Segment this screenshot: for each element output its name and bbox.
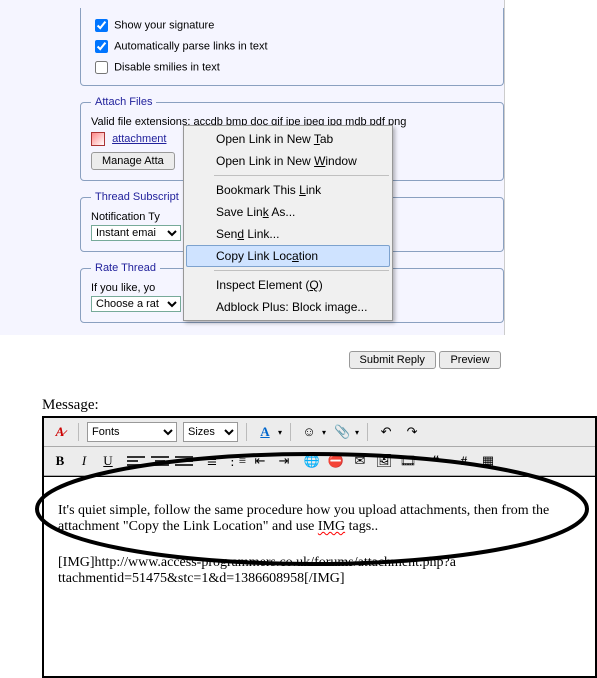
underline-icon[interactable]: U: [98, 451, 118, 471]
menu-copy-link-location[interactable]: Copy Link Location: [186, 245, 390, 267]
editor-text-wavy: IMG: [318, 519, 345, 534]
disable-smilies-label: Disable smilies in text: [114, 62, 220, 74]
remove-format-icon[interactable]: A̷: [50, 422, 70, 442]
menu-separator: [214, 270, 389, 271]
attach-icon[interactable]: 📎: [332, 422, 352, 442]
thread-subscription-legend: Thread Subscript: [91, 191, 183, 203]
menu-save-link-as[interactable]: Save Link As...: [186, 201, 390, 223]
editor-text-line1a: It's quiet simple, follow the same proce…: [58, 503, 549, 518]
toolbar-divider: [246, 423, 247, 441]
link-icon[interactable]: 🌐: [302, 451, 322, 471]
italic-icon[interactable]: I: [74, 451, 94, 471]
editor: A̷ Fonts Sizes A▾ ☺▾ 📎▾ ↶ ↷ B I U ≣ ⋮≡ ⇤…: [42, 416, 597, 678]
dropdown-arrow-icon[interactable]: ▾: [355, 428, 359, 437]
attachment-icon: [91, 132, 105, 146]
menu-separator: [214, 175, 389, 176]
indent-icon[interactable]: ⇥: [274, 451, 294, 471]
disable-smilies-checkbox[interactable]: [95, 61, 108, 74]
context-menu: Open Link in New Tab Open Link in New Wi…: [183, 125, 393, 321]
show-signature-label: Show your signature: [114, 20, 214, 32]
editor-text-line2: [IMG]http://www.access-programmers.co.uk…: [58, 555, 458, 587]
menu-inspect-element[interactable]: Inspect Element (Q): [186, 274, 390, 296]
outdent-icon[interactable]: ⇤: [250, 451, 270, 471]
dropdown-arrow-icon[interactable]: ▾: [322, 428, 326, 437]
rate-thread-select[interactable]: Choose a rat: [91, 296, 181, 312]
toolbar-divider: [290, 423, 291, 441]
video-icon[interactable]: 🎞: [398, 451, 418, 471]
menu-adblock-block-image[interactable]: Adblock Plus: Block image...: [186, 296, 390, 318]
menu-bookmark-link[interactable]: Bookmark This Link: [186, 179, 390, 201]
wrap-tag-icon[interactable]: ▦: [478, 451, 498, 471]
editor-text-line1b: attachment "Copy the Link Location" and …: [58, 519, 318, 534]
undo-icon[interactable]: ↶: [376, 422, 396, 442]
redo-icon[interactable]: ↷: [402, 422, 422, 442]
unordered-list-icon[interactable]: ⋮≡: [226, 451, 246, 471]
attach-files-legend: Attach Files: [91, 96, 156, 108]
manage-attachments-button[interactable]: Manage Atta: [91, 152, 175, 170]
auto-parse-links-label: Automatically parse links in text: [114, 41, 267, 53]
ordered-list-icon[interactable]: ≣: [202, 451, 222, 471]
preview-button[interactable]: Preview: [439, 351, 501, 369]
menu-open-new-tab[interactable]: Open Link in New Tab: [186, 128, 390, 150]
bold-icon[interactable]: B: [50, 451, 70, 471]
align-right-icon[interactable]: [174, 451, 194, 471]
menu-open-new-window[interactable]: Open Link in New Window: [186, 150, 390, 172]
menu-send-link[interactable]: Send Link...: [186, 223, 390, 245]
font-family-select[interactable]: Fonts: [87, 422, 177, 442]
dropdown-arrow-icon[interactable]: ▾: [278, 428, 282, 437]
font-color-icon[interactable]: A: [255, 422, 275, 442]
quote-icon[interactable]: ❝: [426, 451, 446, 471]
editor-toolbar-row2: B I U ≣ ⋮≡ ⇤ ⇥ 🌐 ⛔ ✉ 🖼 🎞 ❝ # ▦: [44, 447, 595, 476]
toolbar-divider: [367, 423, 368, 441]
align-center-icon[interactable]: [150, 451, 170, 471]
attachment-link[interactable]: attachment: [112, 133, 166, 145]
email-icon[interactable]: ✉: [350, 451, 370, 471]
hash-icon[interactable]: #: [454, 451, 474, 471]
auto-parse-links-checkbox[interactable]: [95, 40, 108, 53]
smiley-icon[interactable]: ☺: [299, 422, 319, 442]
font-size-select[interactable]: Sizes: [183, 422, 238, 442]
toolbar-divider: [78, 423, 79, 441]
show-signature-checkbox[interactable]: [95, 19, 108, 32]
submit-reply-button[interactable]: Submit Reply: [349, 351, 436, 369]
editor-toolbar-row1: A̷ Fonts Sizes A▾ ☺▾ 📎▾ ↶ ↷: [44, 418, 595, 447]
align-left-icon[interactable]: [126, 451, 146, 471]
editor-textarea[interactable]: It's quiet simple, follow the same proce…: [44, 476, 595, 676]
editor-text-line1c: tags..: [345, 519, 378, 534]
unlink-icon[interactable]: ⛔: [326, 451, 346, 471]
rate-thread-legend: Rate Thread: [91, 262, 160, 274]
notification-type-select[interactable]: Instant emai: [91, 225, 181, 241]
image-icon[interactable]: 🖼: [374, 451, 394, 471]
message-label: Message:: [42, 397, 597, 414]
